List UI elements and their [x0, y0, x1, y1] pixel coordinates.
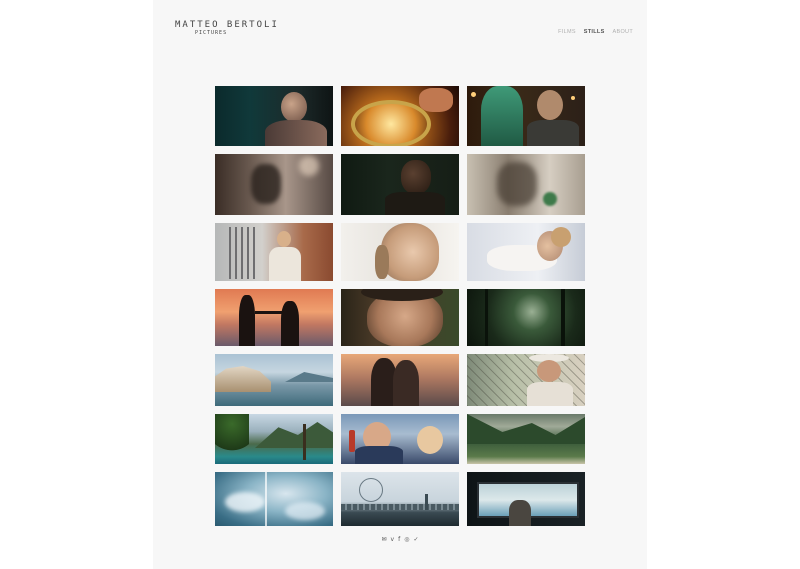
twitter-icon[interactable]: ✓: [413, 536, 418, 544]
instagram-icon[interactable]: ◎: [404, 536, 409, 544]
nav-stills[interactable]: STILLS: [584, 29, 605, 35]
still-golden-bowl[interactable]: [341, 86, 459, 146]
still-man-eyes-closed[interactable]: [215, 86, 333, 146]
logo-name: MATTEO BERTOLI: [175, 20, 279, 30]
email-icon[interactable]: ✉: [382, 536, 387, 544]
still-old-man-hat[interactable]: [467, 354, 585, 406]
still-green-valley[interactable]: [467, 414, 585, 464]
page: MATTEO BERTOLI PICTURES FILMS STILLS ABO…: [153, 0, 647, 569]
social-links: ✉ v f ◎ ✓: [153, 536, 647, 544]
logo-tagline: PICTURES: [195, 30, 228, 36]
still-tropical-palms[interactable]: [215, 414, 333, 464]
still-woman-ny-bridge[interactable]: [215, 223, 333, 281]
main-nav: FILMS STILLS ABOUT: [558, 29, 633, 35]
stills-grid: [215, 86, 585, 526]
still-man-looking-up[interactable]: [341, 289, 459, 346]
nav-films[interactable]: FILMS: [558, 29, 576, 35]
still-dark-man-night[interactable]: [341, 154, 459, 215]
nav-about[interactable]: ABOUT: [613, 29, 633, 35]
still-coastal-town[interactable]: [215, 354, 333, 406]
logo[interactable]: MATTEO BERTOLI PICTURES: [175, 20, 279, 36]
still-blurry-street[interactable]: [215, 154, 333, 215]
still-couple-sunset[interactable]: [215, 289, 333, 346]
vimeo-icon[interactable]: v: [391, 536, 395, 544]
still-woman-sleeping[interactable]: [467, 223, 585, 281]
still-green-hair-couple[interactable]: [467, 86, 585, 146]
still-couple-kissing[interactable]: [341, 354, 459, 406]
still-ferris-wheel[interactable]: [341, 472, 459, 526]
still-couple-drink[interactable]: [341, 414, 459, 464]
still-dark-forest[interactable]: [467, 289, 585, 346]
still-woman-face-soft[interactable]: [341, 223, 459, 281]
still-blue-sky-clouds[interactable]: [215, 472, 333, 526]
still-subway-window[interactable]: [467, 472, 585, 526]
still-blurry-figure[interactable]: [467, 154, 585, 215]
facebook-icon[interactable]: f: [398, 536, 400, 544]
